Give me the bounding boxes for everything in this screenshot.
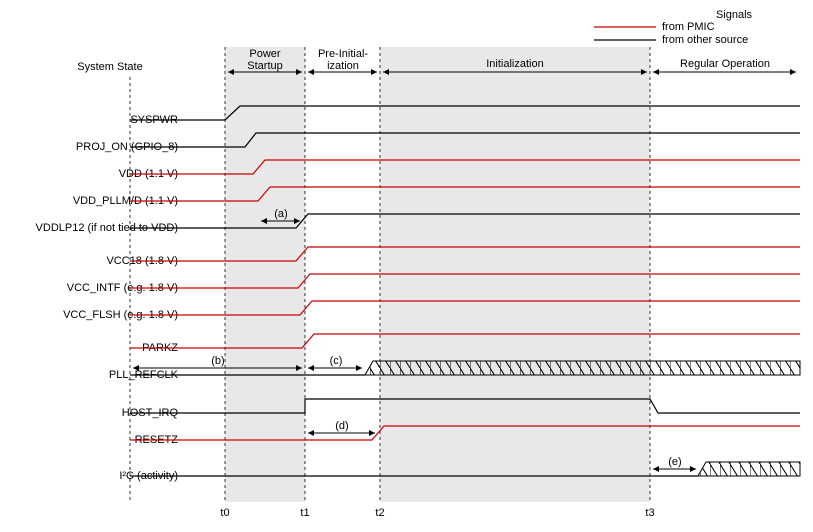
- marker-c: (c): [330, 355, 343, 367]
- phase-initialization: Initialization: [486, 58, 543, 70]
- marker-d: (d): [335, 420, 348, 432]
- timing-diagram: Signals from PMIC from other source Syst…: [0, 0, 813, 532]
- marker-a: (a): [274, 208, 287, 220]
- phase-preinit-l2: ization: [327, 60, 359, 72]
- marker-e: (e): [668, 456, 681, 468]
- legend-other: from other source: [662, 34, 748, 46]
- system-state-label: System State: [77, 61, 142, 73]
- marker-b: (b): [211, 355, 224, 367]
- phase-regular-operation: Regular Operation: [680, 58, 770, 70]
- legend-pmic: from PMIC: [662, 21, 715, 33]
- phase-preinit-l1: Pre-Initial-: [318, 48, 368, 60]
- time-labels: t0 t1 t2 t3: [220, 507, 654, 519]
- time-t3: t3: [645, 507, 654, 519]
- time-t2: t2: [375, 507, 384, 519]
- phase-power-startup-l1: Power: [249, 48, 281, 60]
- legend: Signals from PMIC from other source: [594, 9, 753, 46]
- phase-power-startup-bg: [225, 47, 305, 502]
- time-t0: t0: [220, 507, 229, 519]
- legend-title: Signals: [716, 9, 753, 21]
- time-t1: t1: [300, 507, 309, 519]
- phase-power-startup-l2: Startup: [247, 60, 282, 72]
